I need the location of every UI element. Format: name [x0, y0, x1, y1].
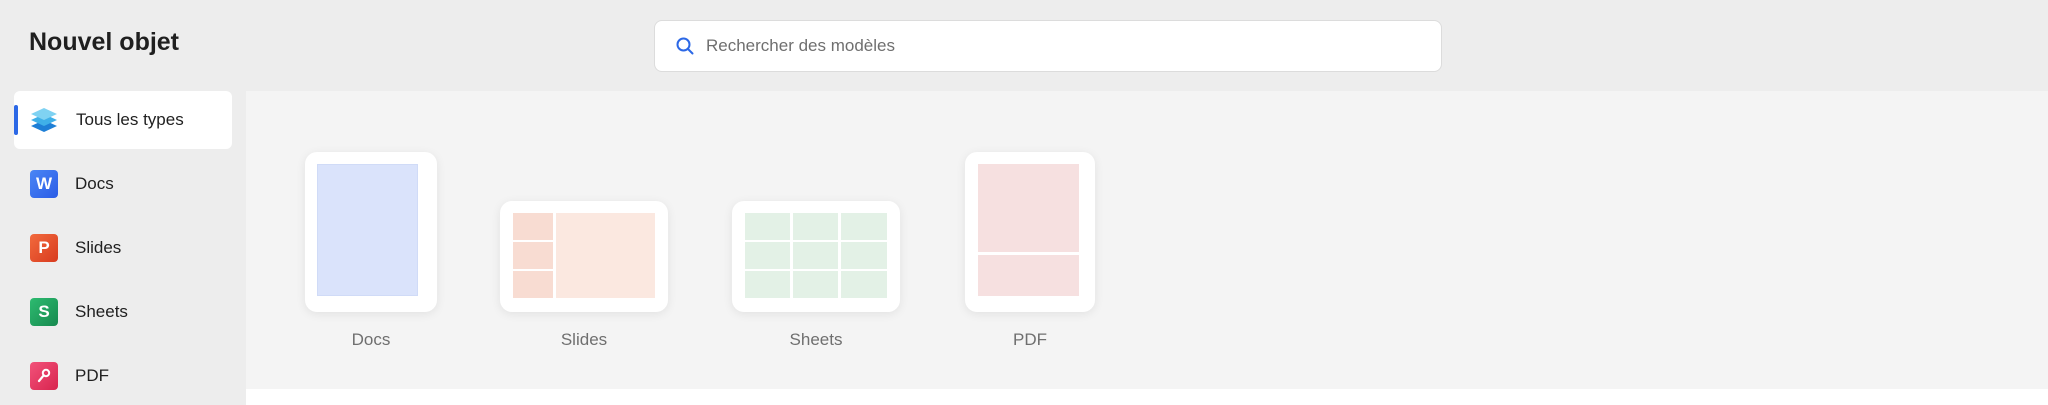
- sidebar-item-label: Docs: [75, 174, 114, 193]
- template-card-label: Sheets: [789, 330, 843, 349]
- search-box[interactable]: [654, 20, 1442, 72]
- slides-p-icon: P: [30, 234, 58, 262]
- sidebar-item-label: Tous les types: [76, 110, 184, 129]
- sheets-thumbnail: [732, 201, 900, 312]
- template-gallery: Docs Slides Sheets PDF: [246, 91, 2048, 389]
- page-title: Nouvel objet: [29, 28, 180, 56]
- template-card-slides[interactable]: Slides: [500, 201, 668, 351]
- sidebar-item-slides[interactable]: P Slides: [14, 219, 232, 277]
- search-input[interactable]: [706, 36, 1406, 56]
- sidebar-item-label: Sheets: [75, 302, 128, 321]
- slides-layout-preview: [513, 213, 655, 298]
- pdf-thumbnail: [965, 152, 1095, 312]
- pdf-icon: [30, 362, 58, 390]
- layers-icon: [29, 105, 59, 135]
- template-card-label: Slides: [560, 330, 608, 349]
- sidebar-item-label: Slides: [75, 238, 122, 257]
- search-icon: [676, 37, 694, 55]
- sidebar-item-sheets[interactable]: S Sheets: [14, 283, 232, 341]
- pdf-page-preview: [978, 164, 1079, 252]
- content-footer: [246, 389, 2048, 405]
- docs-thumbnail: [305, 152, 437, 312]
- template-card-sheets[interactable]: Sheets: [732, 201, 900, 351]
- template-card-docs[interactable]: Docs: [305, 152, 437, 352]
- sheets-s-icon: S: [30, 298, 58, 326]
- sheets-grid-preview: [745, 213, 887, 298]
- sidebar-item-label: PDF: [75, 366, 109, 385]
- sidebar-item-docs[interactable]: W Docs: [14, 155, 232, 213]
- sidebar-item-all-types[interactable]: Tous les types: [14, 91, 232, 149]
- docs-w-icon: W: [30, 170, 58, 198]
- sidebar-item-pdf[interactable]: PDF: [14, 347, 232, 405]
- template-card-pdf[interactable]: PDF: [965, 152, 1095, 352]
- template-card-label: Docs: [351, 330, 391, 349]
- pdf-page-preview-footer: [978, 255, 1079, 296]
- slides-thumbnail: [500, 201, 668, 312]
- sidebar: Tous les types W Docs P Slides S Sheets …: [14, 91, 232, 405]
- docs-page-preview: [317, 164, 418, 296]
- template-card-label: PDF: [1013, 330, 1047, 349]
